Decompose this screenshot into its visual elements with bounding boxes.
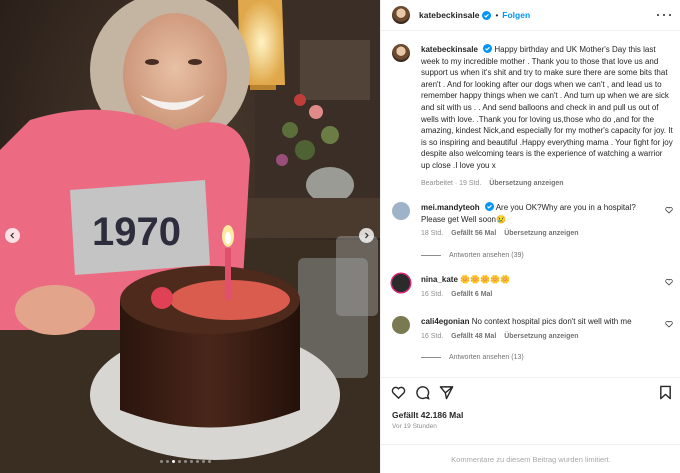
more-options-icon[interactable] [657, 9, 671, 21]
carousel-dot [166, 460, 169, 463]
post-caption: katebeckinsale Happy birthday and UK Mot… [392, 44, 677, 189]
next-image-button[interactable] [359, 228, 374, 243]
post-username[interactable]: katebeckinsale [419, 10, 479, 20]
comment-username[interactable]: cali4egonian [421, 317, 469, 326]
post-timestamp[interactable]: Vor 19 Stunden [392, 423, 437, 430]
comment-age: 18 Std. [421, 230, 444, 238]
comment-icon[interactable] [415, 385, 430, 400]
comment-item: cali4egonian No context hospital pics do… [392, 316, 677, 340]
caption-username[interactable]: katebeckinsale [421, 45, 478, 54]
post-modal: 1970 katebeckinsale • Folgen katebeckins… [0, 0, 680, 473]
comment-age: 16 Std. [421, 290, 444, 298]
verified-badge-icon [482, 10, 492, 20]
comment-username[interactable]: nina_kate [421, 275, 458, 284]
heart-icon[interactable] [665, 320, 673, 328]
post-actions: Gefällt 42.186 Mal Vor 19 Stunden Kommen… [381, 377, 680, 473]
bookmark-icon[interactable] [658, 385, 673, 400]
comments-limited-notice: Kommentare zu diesem Beitrag wurden limi… [381, 444, 680, 473]
heart-icon[interactable] [665, 278, 673, 286]
avatar[interactable] [392, 6, 410, 24]
comment-translate-link[interactable]: Übersetzung anzeigen [504, 230, 578, 237]
carousel-indicator [160, 460, 211, 463]
caption-translate-link[interactable]: Übersetzung anzeigen [489, 180, 563, 187]
comment-likes[interactable]: Gefällt 56 Mal [451, 230, 496, 237]
chevron-left-icon [10, 232, 14, 239]
comment-avatar[interactable] [392, 274, 410, 292]
heart-icon[interactable] [391, 385, 406, 400]
previous-image-button[interactable] [5, 228, 20, 243]
like-count[interactable]: Gefällt 42.186 Mal [392, 410, 463, 420]
follow-button[interactable]: Folgen [502, 10, 530, 20]
comment-username[interactable]: mei.mandyteoh [421, 203, 480, 212]
comment-item: nina_kate 🌼🌼🌼🌼🌼 16 Std. Gefällt 6 Mal [392, 274, 677, 298]
carousel-dot [160, 460, 163, 463]
caption-edited: Bearbeitet · 19 Std. [421, 179, 482, 187]
share-icon[interactable] [439, 385, 454, 400]
replies-divider [421, 255, 441, 256]
caption-avatar[interactable] [392, 44, 410, 62]
carousel-dot [196, 460, 199, 463]
view-replies-link[interactable]: Antworten ansehen (39) [421, 252, 524, 259]
comment-translate-link[interactable]: Übersetzung anzeigen [504, 333, 578, 340]
view-replies-label[interactable]: Antworten ansehen (13) [449, 354, 524, 361]
action-icons [391, 385, 673, 401]
view-replies-link[interactable]: Antworten ansehen (13) [421, 354, 524, 361]
comment-avatar[interactable] [392, 202, 410, 220]
post-sidebar: katebeckinsale • Folgen katebeckinsale H… [380, 0, 680, 473]
comment-likes[interactable]: Gefällt 6 Mal [451, 291, 492, 298]
chevron-right-icon [365, 232, 369, 239]
carousel-dot [190, 460, 193, 463]
post-header: katebeckinsale • Folgen [381, 0, 680, 31]
svg-text:1970: 1970 [92, 210, 181, 254]
comment-likes[interactable]: Gefällt 48 Mal [451, 333, 496, 340]
comment-item: mei.mandyteoh Are you OK?Why are you in … [392, 202, 677, 237]
comment-text: No context hospital pics don't sit well … [471, 317, 632, 326]
caption-text: Happy birthday and UK Mother's Day this … [421, 45, 673, 170]
comment-age: 16 Std. [421, 332, 444, 340]
carousel-dot [208, 460, 211, 463]
verified-badge-icon [483, 44, 493, 53]
carousel-dot [178, 460, 181, 463]
post-photo: 1970 [0, 0, 380, 473]
comment-avatar[interactable] [392, 316, 410, 334]
heart-icon[interactable] [665, 206, 673, 214]
verified-badge-icon [484, 202, 494, 211]
carousel-dot [184, 460, 187, 463]
comment-text: 🌼🌼🌼🌼🌼 [460, 275, 510, 284]
header-separator: • [495, 10, 499, 20]
post-media[interactable]: 1970 [0, 0, 380, 473]
view-replies-label[interactable]: Antworten ansehen (39) [449, 252, 524, 259]
carousel-dot [202, 460, 205, 463]
replies-divider [421, 357, 441, 358]
comments-list[interactable]: katebeckinsale Happy birthday and UK Mot… [381, 32, 680, 377]
carousel-dot [172, 460, 175, 463]
